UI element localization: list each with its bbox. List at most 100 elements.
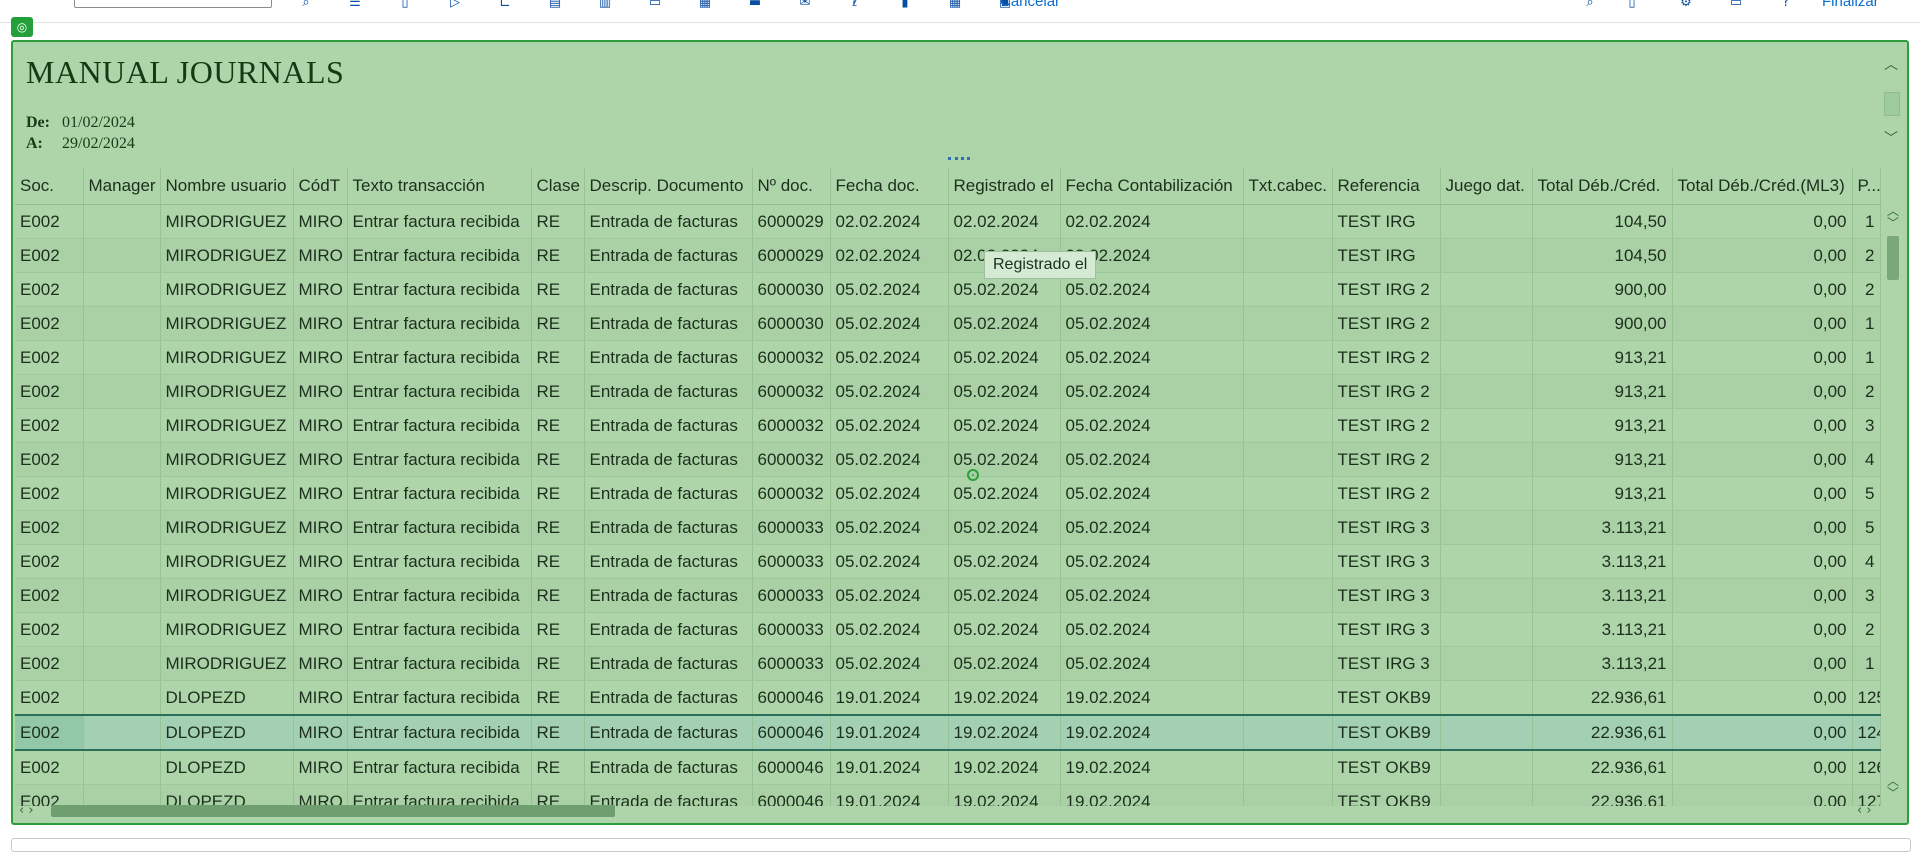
table-cell[interactable]: E002 (15, 374, 84, 409)
table-cell[interactable]: 6000032 (752, 476, 831, 511)
table-cell[interactable]: TEST OKB9 (1332, 714, 1441, 751)
column-header[interactable]: Fecha doc. (830, 168, 949, 205)
table-cell[interactable]: 0,00 (1672, 340, 1853, 375)
table-cell[interactable]: MIRODRIGUEZ (160, 510, 294, 545)
table-cell[interactable] (1440, 306, 1533, 341)
table-cell[interactable]: 5 (1852, 476, 1881, 511)
table-cell[interactable]: 0,00 (1672, 646, 1853, 681)
table-cell[interactable]: 6000029 (752, 204, 831, 239)
table-cell[interactable] (1243, 510, 1333, 545)
table-cell[interactable]: Entrada de facturas (584, 544, 753, 579)
table-cell[interactable]: E002 (15, 510, 84, 545)
table-cell[interactable]: Entrar factura recibida (347, 612, 532, 647)
table-cell[interactable]: 0,00 (1672, 544, 1853, 579)
table-cell[interactable]: E002 (15, 476, 84, 511)
table-cell[interactable]: Entrada de facturas (584, 340, 753, 375)
table-cell[interactable]: MIRO (293, 680, 348, 716)
copy-icon[interactable]: ▤ (545, 0, 565, 10)
table-cell[interactable] (1243, 544, 1333, 579)
table-cell[interactable]: E002 (15, 442, 84, 477)
table-cell[interactable] (83, 750, 161, 785)
table-cell[interactable]: TEST IRG 3 (1332, 612, 1441, 647)
table-cell[interactable]: 6000033 (752, 612, 831, 647)
table-cell[interactable]: Entrar factura recibida (347, 238, 532, 273)
table-cell[interactable]: 124 (1852, 714, 1881, 751)
table-cell[interactable] (1243, 408, 1333, 443)
table-cell[interactable]: RE (531, 238, 585, 273)
table-cell[interactable]: 6000030 (752, 272, 831, 307)
table-cell[interactable]: MIRO (293, 510, 348, 545)
chevron-down-icon[interactable]: ﹀ (1883, 128, 1899, 148)
table-cell[interactable]: MIRO (293, 714, 348, 751)
table-cell[interactable]: MIRODRIGUEZ (160, 238, 294, 273)
table-cell[interactable]: 05.02.2024 (1060, 510, 1244, 545)
table-cell[interactable]: 6000033 (752, 646, 831, 681)
table-cell[interactable]: TEST IRG 2 (1332, 340, 1441, 375)
table-cell[interactable]: 0,00 (1672, 374, 1853, 409)
table-cell[interactable] (83, 544, 161, 579)
table-cell[interactable]: 913,21 (1532, 374, 1673, 409)
table-cell[interactable]: 2 (1852, 374, 1881, 409)
table-cell[interactable]: TEST IRG 3 (1332, 646, 1441, 681)
table-cell[interactable]: 6000032 (752, 408, 831, 443)
table-cell[interactable]: E002 (15, 578, 84, 613)
table-cell[interactable]: Entrar factura recibida (347, 204, 532, 239)
table-cell[interactable]: Entrar factura recibida (347, 476, 532, 511)
document-icon[interactable]: ▯ (395, 0, 415, 10)
table-cell[interactable]: 05.02.2024 (948, 612, 1061, 647)
finish-button[interactable]: Finalizar (1822, 0, 1879, 10)
table-cell[interactable]: MIRODRIGUEZ (160, 204, 294, 239)
table-cell[interactable]: 0,00 (1672, 306, 1853, 341)
table-cell[interactable]: 05.02.2024 (1060, 408, 1244, 443)
table-cell[interactable]: 05.02.2024 (948, 544, 1061, 579)
table-cell[interactable]: Entrada de facturas (584, 306, 753, 341)
table-row[interactable]: E002 MIRODRIGUEZ MIRO Entrar factura recibi… (15, 374, 1881, 409)
table-cell[interactable]: TEST IRG 2 (1332, 442, 1441, 477)
table-row[interactable]: E002 MIRODRIGUEZ MIRO Entrar factura recibi… (15, 340, 1881, 375)
table-cell[interactable]: Entrada de facturas (584, 750, 753, 785)
table-cell[interactable] (1440, 408, 1533, 443)
table-cell[interactable]: Entrar factura recibida (347, 646, 532, 681)
table-cell[interactable]: MIRO (293, 204, 348, 239)
table-cell[interactable]: 22.936,61 (1532, 750, 1673, 785)
table-cell[interactable]: DLOPEZD (160, 750, 294, 785)
table-cell[interactable]: 05.02.2024 (948, 306, 1061, 341)
table-cell[interactable]: 0,00 (1672, 750, 1853, 785)
table-cell[interactable]: 05.02.2024 (948, 578, 1061, 613)
graph-icon[interactable]: ℓ (845, 0, 865, 10)
clipboard-icon[interactable]: ▯ (1622, 0, 1642, 10)
chevron-up-icon[interactable]: ︿ (1883, 54, 1899, 74)
column-header[interactable]: Total Déb./Créd. (1532, 168, 1673, 205)
table-cell[interactable]: 2 (1852, 612, 1881, 647)
table-cell[interactable]: 19.01.2024 (830, 714, 949, 751)
table-cell[interactable] (83, 714, 161, 751)
column-header[interactable]: Total Déb./Créd.(ML3) (1672, 168, 1853, 205)
table-cell[interactable]: MIRO (293, 238, 348, 273)
table-cell[interactable]: RE (531, 680, 585, 716)
table-cell[interactable]: Entrada de facturas (584, 204, 753, 239)
table-cell[interactable]: 125 (1852, 680, 1881, 716)
table-cell[interactable]: E002 (15, 204, 84, 239)
table-cell[interactable]: 05.02.2024 (830, 510, 949, 545)
table-cell[interactable]: 3.113,21 (1532, 612, 1673, 647)
table-cell[interactable]: 4 (1852, 442, 1881, 477)
table-cell[interactable] (1243, 750, 1333, 785)
table-cell[interactable] (1243, 646, 1333, 681)
table-cell[interactable]: MIRODRIGUEZ (160, 306, 294, 341)
table-cell[interactable]: E002 (15, 714, 84, 751)
table-cell[interactable]: MIRO (293, 476, 348, 511)
table-cell[interactable] (83, 476, 161, 511)
print-icon[interactable]: ▥ (595, 0, 615, 10)
table-cell[interactable]: 0,00 (1672, 238, 1853, 273)
table-cell[interactable]: 6000033 (752, 578, 831, 613)
table-cell[interactable]: 6000046 (752, 680, 831, 716)
table-cell[interactable]: 4 (1852, 544, 1881, 579)
table-cell[interactable]: 3 (1852, 408, 1881, 443)
column-header[interactable]: Texto transacción (347, 168, 532, 205)
table-cell[interactable]: MIRO (293, 408, 348, 443)
column-header[interactable]: CódT (293, 168, 348, 205)
table-cell[interactable]: 0,00 (1672, 442, 1853, 477)
table-cell[interactable] (1243, 680, 1333, 716)
table-cell[interactable]: 6000033 (752, 510, 831, 545)
table-cell[interactable] (1243, 578, 1333, 613)
